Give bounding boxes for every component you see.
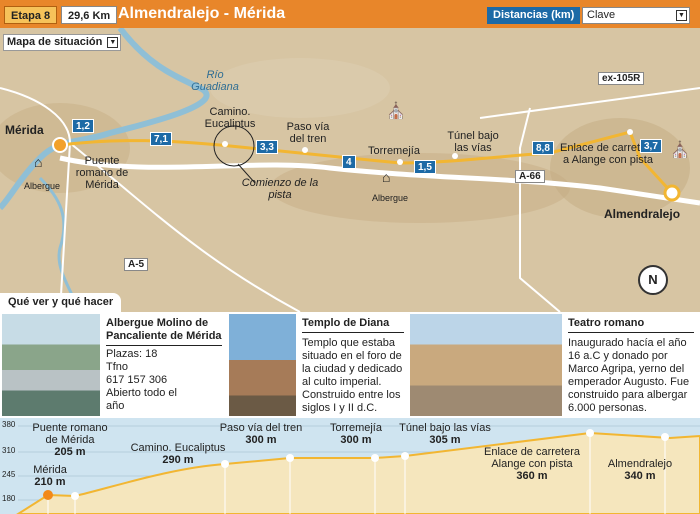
situation-label: Mapa de situación [7, 36, 103, 48]
poi-line: siglos I y II d.C. [302, 402, 378, 414]
poi-line: 16 a.C y donado por [568, 350, 668, 362]
poi-line: situado en el foro de [302, 350, 402, 362]
poi-line: Plazas: 18 [106, 348, 158, 360]
albergue-label-merida: Albergue [24, 181, 61, 191]
km-marker[interactable]: 8,8 [532, 141, 554, 155]
place-merida: Mérida [5, 123, 44, 137]
y-tick: 245 [2, 470, 16, 479]
teatro-photo[interactable] [410, 314, 562, 416]
point-name: Enlace de carretera Alange con pista [484, 446, 580, 470]
elevation-profile: 380 310 245 180 Mérida 210 m Puente roman… [0, 418, 700, 514]
point-name: Mérida [33, 464, 67, 476]
point-elev: 210 m [34, 476, 66, 488]
poi-text-albergue: Plazas: 18 Tfno 617 157 306 Abierto todo… [106, 348, 222, 413]
point-elev: 205 m [54, 446, 86, 458]
point-name: Puente romano de Mérida [32, 422, 108, 446]
road-label-ex105r: ex-105R [598, 72, 645, 85]
distance-badge: 29,6 Km [61, 6, 118, 24]
poi-line: Abierto todo el [106, 387, 177, 399]
key-select-value: Clave [587, 9, 616, 21]
label-comienzo-pista: Comienzo de la pista [241, 177, 319, 201]
compass-north: N [648, 272, 658, 287]
compass-icon: N [638, 265, 668, 295]
point-name: Túnel bajo las vías [399, 422, 491, 434]
point-elev: 305 m [429, 434, 461, 446]
km-marker[interactable]: 3,3 [256, 140, 278, 154]
river-label: Río Guadiana [191, 69, 239, 93]
km-marker[interactable]: 1,2 [72, 119, 94, 133]
road-label-a66: A-66 [515, 170, 545, 183]
distances-button[interactable]: Distancias (km) [487, 7, 581, 24]
poi-section-tab[interactable]: Qué ver y qué hacer [0, 293, 122, 312]
profile-point-merida: Mérida 210 m [28, 464, 72, 488]
profile-point-paso-via: Paso vía del tren 300 m [214, 422, 308, 446]
y-tick: 180 [2, 494, 16, 503]
albergue-label-torremejia: Albergue [372, 193, 409, 203]
point-elev: 360 m [516, 470, 548, 482]
label-paso-via: Paso vía del tren [286, 121, 330, 145]
albergue-icon[interactable]: ⌂ [34, 155, 42, 169]
y-tick: 380 [2, 420, 16, 429]
poi-line: 6.000 personas. [568, 402, 647, 414]
km-marker[interactable]: 4 [342, 155, 356, 169]
albergue-icon[interactable]: ⌂ [382, 170, 390, 184]
templo-photo[interactable] [229, 314, 296, 416]
label-puente-romano: Puente romano de Mérida [75, 155, 129, 191]
poi-line: emperador Augusto. Fue [568, 376, 690, 388]
route-map[interactable]: Mérida Río Guadiana Puente romano de Mér… [0, 28, 700, 312]
point-name: Paso vía del tren [219, 422, 303, 434]
poi-text-teatro: Inaugurado hacía el año 16 a.C y donado … [568, 337, 698, 415]
profile-point-enlace: Enlace de carretera Alange con pista 360 … [472, 446, 592, 482]
poi-title-teatro: Teatro romano [568, 317, 694, 333]
profile-point-tunel: Túnel bajo las vías 305 m [394, 422, 496, 446]
header-bar: Etapa 8 29,6 Km Almendralejo - Mérida Di… [0, 0, 700, 28]
point-name: Almendralejo [607, 458, 673, 470]
church-icon: ⛪ [386, 103, 406, 120]
point-elev: 340 m [624, 470, 656, 482]
stage-badge: Etapa 8 [4, 6, 58, 24]
poi-strip: Albergue Molino de Pancaliente de Mérida… [0, 312, 700, 418]
situation-map-toggle[interactable]: Mapa de situación ▼ [3, 34, 122, 51]
km-marker[interactable]: 7,1 [150, 132, 172, 146]
chevron-down-icon[interactable]: ▼ [676, 10, 687, 21]
point-elev: 290 m [162, 454, 194, 466]
km-marker[interactable]: 3,7 [640, 139, 662, 153]
church-icon: ⛪ [670, 142, 690, 159]
profile-point-puente: Puente romano de Mérida 205 m [30, 422, 110, 458]
poi-line: al culto imperial. [302, 376, 382, 388]
poi-line: Templo que estaba [302, 337, 395, 349]
poi-line: 617 157 306 [106, 374, 168, 386]
poi-line: Construido entre los [302, 389, 401, 401]
km-marker[interactable]: 1,5 [414, 160, 436, 174]
poi-line: Tfno [106, 361, 129, 373]
route-title: Almendralejo - Mérida [118, 5, 286, 22]
point-elev: 300 m [340, 434, 372, 446]
point-name: Torremejía [330, 422, 382, 434]
label-tunel: Túnel bajo las vías [447, 130, 499, 154]
chevron-down-icon[interactable]: ▼ [107, 37, 119, 48]
poi-line: Inaugurado hacía el año [568, 337, 687, 349]
place-almendralejo: Almendralejo [604, 207, 681, 221]
label-torremejia: Torremejía [368, 145, 420, 157]
profile-point-torremejia: Torremejía 300 m [324, 422, 388, 446]
label-camino-eucaliptus: Camino. Eucaliptus [204, 106, 256, 130]
point-elev: 300 m [245, 434, 277, 446]
profile-point-almendralejo: Almendralejo 340 m [600, 458, 680, 482]
poi-line: Marco Agripa, yerno del [568, 363, 685, 375]
albergue-photo[interactable] [2, 314, 100, 416]
poi-title-templo: Templo de Diana [302, 317, 404, 333]
poi-title-albergue: Albergue Molino de Pancaliente de Mérida [106, 317, 222, 346]
y-tick: 310 [2, 446, 16, 455]
poi-line: la ciudad y dedicado [302, 363, 403, 375]
poi-line: construido para albergar [568, 389, 688, 401]
road-label-a5: A-5 [124, 258, 149, 271]
poi-line: año [106, 400, 125, 412]
poi-text-templo: Templo que estaba situado en el foro de … [302, 337, 406, 415]
key-select[interactable]: Clave ▼ [582, 7, 690, 24]
